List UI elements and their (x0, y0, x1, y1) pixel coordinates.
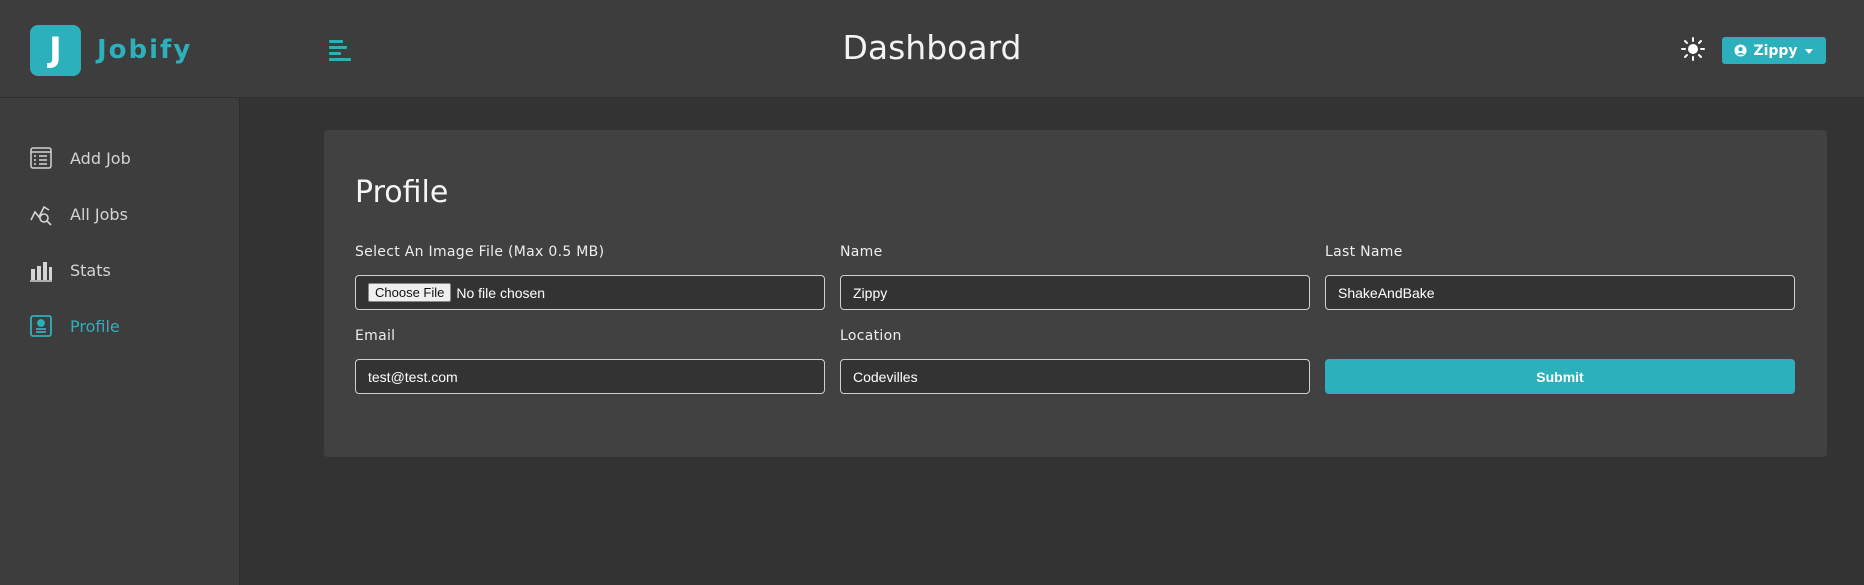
stats-icon (30, 262, 52, 282)
submit-button[interactable]: Submit (1325, 359, 1795, 394)
logo-mark: J (30, 24, 81, 76)
theme-toggle-button[interactable] (1680, 36, 1706, 62)
sun-icon (1681, 37, 1705, 61)
email-label: Email (355, 328, 396, 344)
caret-down-icon (1804, 48, 1813, 54)
sidebar: Add Job All Jobs Stats Profile (0, 98, 240, 585)
user-circle-icon (1734, 44, 1747, 57)
choose-file-button[interactable]: Choose File (368, 283, 452, 302)
sidebar-item-add-job[interactable]: Add Job (28, 142, 228, 174)
user-menu-label: Zippy (1753, 42, 1798, 59)
all-jobs-icon (30, 205, 52, 226)
last-name-field[interactable]: ShakeAndBake (1325, 275, 1795, 310)
name-field[interactable]: Zippy (840, 275, 1310, 310)
user-menu-button[interactable]: Zippy (1722, 37, 1826, 64)
profile-icon (30, 315, 52, 337)
image-file-input[interactable]: Choose File No file chosen (355, 275, 825, 310)
image-label: Select An Image File (Max 0.5 MB) (355, 244, 605, 260)
email-field[interactable]: test@test.com (355, 359, 825, 394)
profile-title: Profile (355, 175, 449, 210)
sidebar-item-all-jobs[interactable]: All Jobs (28, 198, 228, 230)
last-name-label: Last Name (1325, 244, 1403, 260)
sidebar-toggle-button[interactable] (326, 36, 354, 64)
add-job-icon (30, 147, 52, 169)
logo[interactable]: J Jobify (30, 24, 192, 76)
hamburger-icon (329, 40, 351, 61)
name-label: Name (840, 244, 883, 260)
location-label: Location (840, 328, 902, 344)
sidebar-item-label: Profile (70, 316, 120, 336)
sidebar-item-label: Add Job (70, 148, 131, 168)
logo-text: Jobify (97, 35, 193, 65)
sidebar-item-label: All Jobs (70, 204, 128, 224)
sidebar-item-stats[interactable]: Stats (28, 254, 228, 286)
profile-card: Profile Select An Image File (Max 0.5 MB… (324, 130, 1827, 457)
file-status-text: No file chosen (456, 284, 546, 301)
location-field[interactable]: Codevilles (840, 359, 1310, 394)
sidebar-item-profile[interactable]: Profile (28, 310, 228, 342)
page-title: Dashboard (842, 28, 1022, 67)
top-navbar: J Jobify Dashboard Zippy (0, 0, 1864, 98)
sidebar-item-label: Stats (70, 260, 111, 280)
